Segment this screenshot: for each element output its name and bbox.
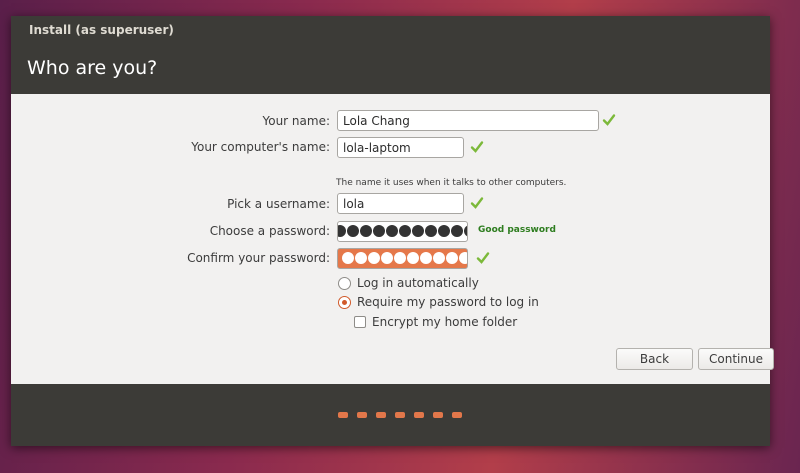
password-input[interactable]: [337, 221, 468, 242]
name-valid-checkmark-icon: [602, 114, 616, 126]
computer-name-input[interactable]: [337, 137, 464, 158]
login-auto-option[interactable]: Log in automatically: [338, 276, 479, 290]
encrypt-home-option[interactable]: Encrypt my home folder: [354, 315, 517, 329]
installer-window: Install (as superuser) Who are you? Your…: [11, 16, 774, 446]
footer-bar: [11, 384, 770, 446]
window-title: Install (as superuser): [29, 23, 174, 37]
encrypt-home-label: Encrypt my home folder: [372, 315, 518, 329]
confirm-password-mask: [342, 252, 467, 265]
name-label: Your name:: [262, 114, 330, 128]
username-valid-checkmark-icon: [470, 197, 484, 209]
progress-indicator: [338, 412, 462, 418]
back-button[interactable]: Back: [616, 348, 693, 370]
login-auto-label: Log in automatically: [357, 276, 479, 290]
password-label: Choose a password:: [209, 224, 330, 238]
login-auto-radio[interactable]: [338, 276, 351, 290]
progress-step-dot: [395, 412, 405, 418]
login-require-option[interactable]: Require my password to log in: [338, 295, 539, 309]
login-require-label: Require my password to log in: [357, 295, 539, 309]
confirm-password-input[interactable]: [337, 248, 468, 269]
progress-step-dot: [414, 412, 424, 418]
encrypt-home-checkbox[interactable]: [354, 316, 366, 328]
computer-name-hint: The name it uses when it talks to other …: [336, 178, 567, 188]
progress-step-dot: [357, 412, 367, 418]
progress-step-dot: [376, 412, 386, 418]
name-input[interactable]: [337, 110, 599, 131]
confirm-password-label: Confirm your password:: [187, 251, 330, 265]
progress-step-dot: [338, 412, 348, 418]
continue-button[interactable]: Continue: [698, 348, 774, 370]
login-require-radio[interactable]: [338, 295, 351, 309]
computer-name-label: Your computer's name:: [191, 140, 330, 154]
page-heading: Who are you?: [27, 57, 158, 79]
password-strength-label: Good password: [478, 225, 556, 235]
progress-step-dot: [452, 412, 462, 418]
computer-name-valid-checkmark-icon: [470, 141, 484, 153]
username-input[interactable]: [337, 193, 464, 214]
title-bar: Install (as superuser) Who are you?: [11, 16, 770, 94]
user-form: Your name: Your computer's name: The nam…: [11, 94, 774, 384]
progress-step-dot: [433, 412, 443, 418]
username-label: Pick a username:: [227, 197, 330, 211]
password-mask: [338, 225, 467, 238]
confirm-valid-checkmark-icon: [476, 252, 490, 264]
